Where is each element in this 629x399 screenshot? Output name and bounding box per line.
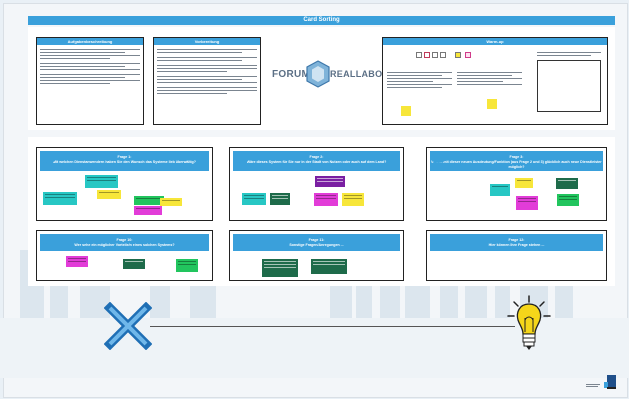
sticky-note[interactable] [490,184,510,196]
sticky-note[interactable] [342,193,364,206]
sticky-note[interactable] [516,196,538,210]
example-sticky-note-left[interactable] [401,106,411,116]
speech-bubble-icon [41,154,56,165]
warmup-frame-caption [537,50,601,58]
question-11-text: Sonstige Fragen/Anregungen ... [289,243,344,247]
speech-bubble-icon [431,154,446,165]
warmup-instruction-lines-right [457,70,522,87]
question-10-text: Wer sehe ein möglicher Vorteile/n eines … [74,243,175,247]
warmup-drawing-frame[interactable] [537,60,601,112]
question-card-10[interactable]: Frage 10: Wer sehe ein möglicher Vorteil… [36,230,213,281]
pen-tool-icon[interactable] [465,52,471,58]
question-3-text: Wären mit dieser neuen Ausdeutung/Funkti… [431,160,602,169]
sticky-note[interactable] [176,259,198,272]
speech-bubble-icon [234,154,249,165]
question-1-header: Frage 1: Mit welchen Dienstanwendern hab… [40,151,209,171]
task-description-card[interactable]: Aufgabenbeschreibung [36,37,144,125]
board-title-banner: Card Sorting [28,16,615,25]
question-card-12[interactable]: Frage 12: Hier können Ihre Frage stehen … [426,230,607,281]
sticky-note[interactable] [270,193,290,205]
pointer-tool-icon[interactable] [416,52,422,58]
sticky-note[interactable] [123,259,145,269]
preparation-card[interactable]: Vorbereitung [153,37,261,125]
question-12-text: Hier können Ihre Frage stehen ... [488,243,545,247]
sticky-note[interactable] [85,175,118,188]
speech-bubble-icon [41,235,56,246]
connector-line [150,326,515,327]
sticky-note[interactable] [43,192,77,205]
presenter-caption [586,383,600,388]
sticky-note[interactable] [315,176,345,187]
marker-tool-icon[interactable] [424,52,430,58]
shape-tool-icon[interactable] [440,52,446,58]
presenter-icon[interactable] [603,374,619,390]
speech-bubble-icon [431,235,446,246]
forum-reallabor-logo: FORUM REALLABOR [272,60,389,94]
sticky-note[interactable] [557,194,579,206]
task-description-text [37,45,143,88]
question-12-header: Frage 12: Hier können Ihre Frage stehen … [430,234,603,251]
sticky-note[interactable] [97,190,121,199]
logo-word-reallabor: REALLABOR [330,69,390,79]
question-3-header: Frage 3: Wären mit dieser neuen Ausdeutu… [430,151,603,171]
x-cross-icon [104,302,152,350]
question-11-header: Frage 11: Sonstige Fragen/Anregungen ... [233,234,400,251]
sticky-tool-icon[interactable] [455,52,461,58]
warmup-instruction-lines-left [387,70,452,90]
task-description-title: Aufgabenbeschreibung [37,38,143,45]
sticky-note[interactable] [556,178,578,189]
logo-word-forum: FORUM [272,69,311,80]
preparation-text [154,45,260,98]
light-bulb-icon [507,295,551,350]
sticky-note[interactable] [515,178,533,188]
sticky-note[interactable] [311,259,347,274]
sticky-note[interactable] [242,193,266,205]
sticky-note[interactable] [314,193,338,206]
sticky-note[interactable] [160,198,182,206]
speech-bubble-icon [234,235,249,246]
sticky-note[interactable] [134,206,162,215]
question-1-text: Mit welchen Dienstanwendern haben Sie de… [53,160,196,164]
question-2-header: Frage 2: Wäre dieses System für Sie nur … [233,151,400,171]
sticky-note[interactable] [66,256,88,267]
question-10-header: Frage 10: Wer sehe ein möglicher Vorteil… [40,234,209,251]
hexagon-logo-icon [306,60,330,88]
question-2-text: Wäre dieses System für Sie nur in der St… [246,160,387,164]
question-card-1[interactable]: Frage 1: Mit welchen Dienstanwendern hab… [36,147,213,221]
sticky-note[interactable] [262,259,298,277]
text-tool-icon[interactable] [432,52,438,58]
preparation-title: Vorbereitung [154,38,260,45]
warm-up-title: Warm-up [383,38,607,45]
example-sticky-note-right[interactable] [487,99,497,109]
